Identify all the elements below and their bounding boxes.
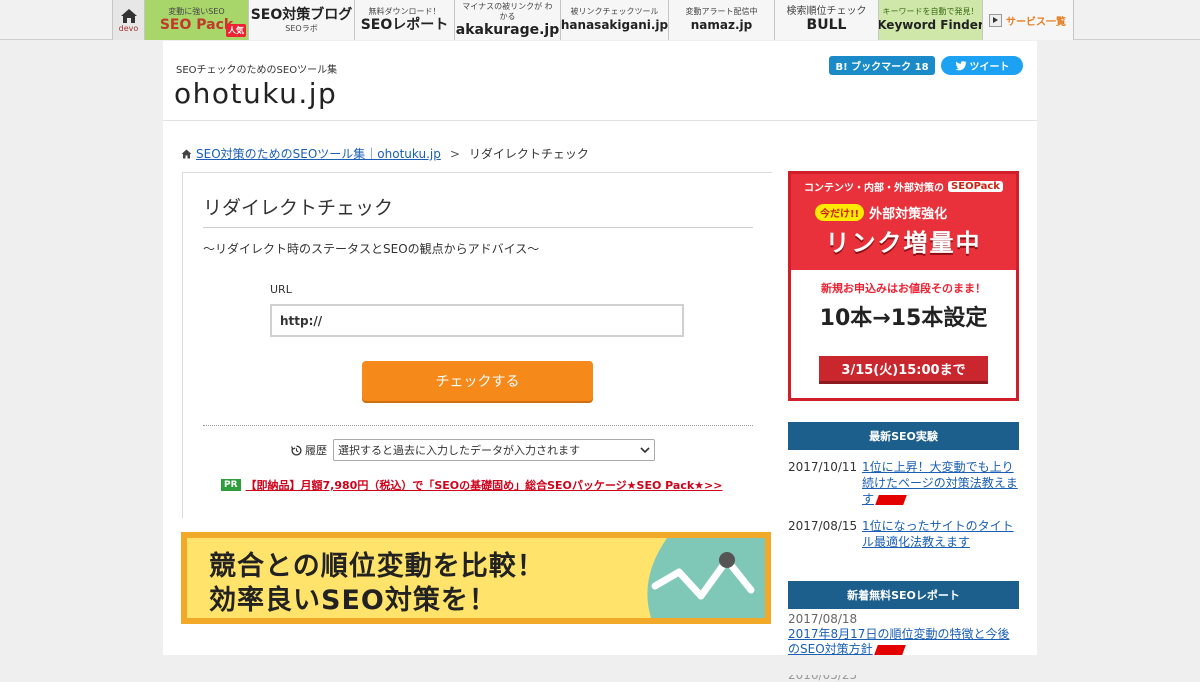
experiment-item: 2017/10/11 1位に上昇！大変動でも上り続けたページの対策法教えます xyxy=(788,459,1019,507)
service-list-label: サービス一覧 xyxy=(1006,16,1066,28)
ad-detail-panel: 新規お申込みはお値段そのまま！ 10本→15本設定 3/15(火)15:00まで xyxy=(791,270,1016,398)
nav-seo-report-link[interactable]: 無料ダウンロード！ SEOレポート xyxy=(354,0,454,40)
nav-hanasakigani-link[interactable]: 被リンクチェックツール hanasakigani.jp xyxy=(560,0,668,40)
site-tagline: SEOチェックのためのSEOツール集 xyxy=(176,65,338,76)
nav-bull-caption: 検索順位チェック xyxy=(786,5,867,17)
promo-banner-inner: 競合との順位変動を比較！ 効率良いSEO対策を！ xyxy=(187,538,765,618)
ad-price-text: 新規お申込みはお値段そのまま！ xyxy=(821,282,986,295)
nav-home-link[interactable]: devo xyxy=(112,0,144,40)
check-button[interactable]: チェックする xyxy=(362,361,593,401)
twitter-bird-icon xyxy=(955,60,966,70)
history-select[interactable]: 選択すると過去に入力したデータが入力されます xyxy=(333,439,655,461)
nav-keyword-finder-link[interactable]: キーワードを自動で発見！ Keyword Finder xyxy=(878,0,982,40)
breadcrumb-home-link[interactable]: SEO対策のためのSEOツール集｜ohotuku.jp xyxy=(196,145,441,162)
hatena-bookmark-button[interactable]: B! ブックマーク 18 xyxy=(829,56,935,75)
ad-kyoka-row: 今だけ!! 外部対策強化 xyxy=(815,203,947,222)
nav-keyword-finder-title: Keyword Finder xyxy=(878,17,982,32)
ad-kyoka-text: 外部対策強化 xyxy=(869,207,948,222)
seopack-campaign-ad[interactable]: コンテンツ・内部・外部対策の SEOPack 今だけ!! 外部対策強化 リンク増… xyxy=(788,171,1019,401)
rank-graph-icon xyxy=(647,538,765,618)
ad-headline-area: 今だけ!! 外部対策強化 リンク増量中 xyxy=(791,199,1016,261)
tweet-button[interactable]: ツイート xyxy=(941,56,1023,75)
new-badge xyxy=(875,494,907,505)
nav-hanasakigani-caption: 被リンクチェックツール xyxy=(570,6,659,16)
promo-banner[interactable]: 競合との順位変動を比較！ 効率良いSEO対策を！ xyxy=(181,532,771,624)
nav-seo-blog-link[interactable]: SEO対策ブログ SEOラボ xyxy=(248,0,354,40)
ad-brand-label: SEOPack xyxy=(948,181,1003,192)
nav-seopack-caption: 変動に強いSEO xyxy=(168,6,225,16)
nav-akakurage-link[interactable]: マイナスの被リンクが わかる akakurage.jp xyxy=(454,0,560,40)
experiments-heading: 最新SEO実験 xyxy=(788,422,1019,450)
url-input[interactable] xyxy=(270,304,684,337)
nav-seo-blog-caption: SEOラボ xyxy=(285,23,318,33)
nav-namaz-link[interactable]: 変動アラート配信中 namaz.jp xyxy=(668,0,774,40)
experiment-item: 2017/08/15 1位になったサイトのタイトル最適化法教えます xyxy=(788,518,1019,550)
url-label: URL xyxy=(270,283,292,296)
banner-line-2: 効率良いSEO対策を！ xyxy=(209,585,497,616)
history-label: 履歴 xyxy=(305,444,327,457)
experiment-link[interactable]: 1位に上昇！大変動でも上り続けたページの対策法教えます xyxy=(862,459,1019,507)
title-divider xyxy=(203,227,753,228)
pr-line: PR 【即納品】月額7,980円（税込）で「SEOの基礎固め」総合SEOパッケー… xyxy=(221,477,722,493)
top-navigation-bar: devo 変動に強いSEO SEO Pack 人気 SEO対策ブログ SEOラボ… xyxy=(0,0,1200,40)
report-link[interactable]: 2017年8月17日の順位変動の特徴と今後のSEO対策方針 xyxy=(788,627,1013,657)
nav-seopack-link[interactable]: 変動に強いSEO SEO Pack 人気 xyxy=(144,0,248,40)
nav-seopack-title: SEO Pack xyxy=(159,16,234,33)
chevron-down-icon xyxy=(640,447,650,453)
reports-heading: 新着無料SEOレポート xyxy=(788,581,1019,609)
page-container: SEOチェックのためのSEOツール集 ohotuku.jp B! ブックマーク … xyxy=(163,41,1037,682)
site-header: SEOチェックのためのSEOツール集 ohotuku.jp B! ブックマーク … xyxy=(163,41,1037,121)
redirect-check-tool: リダイレクトチェック ～リダイレクト時のステータスとSEOの観点からアドバイス～… xyxy=(182,172,772,518)
nav-akakurage-title: akakurage.jp xyxy=(455,21,560,38)
play-icon xyxy=(989,13,1002,27)
pr-link[interactable]: 【即納品】月額7,980円（税込）で「SEOの基礎固め」総合SEOパッケージ★S… xyxy=(246,477,723,493)
ad-count-text: 10本→15本設定 xyxy=(819,306,988,331)
nav-hanasakigani-title: hanasakigani.jp xyxy=(560,17,668,32)
experiment-date: 2017/08/15 xyxy=(788,519,858,533)
service-nav: devo 変動に強いSEO SEO Pack 人気 SEO対策ブログ SEOラボ… xyxy=(112,0,1074,40)
page-bottom-fade xyxy=(0,655,1200,675)
nav-akakurage-caption: マイナスの被リンクが わかる xyxy=(462,1,553,21)
site-logo[interactable]: ohotuku.jp xyxy=(174,77,337,110)
tweet-label: ツイート xyxy=(969,62,1010,73)
report-date: 2017/08/18 xyxy=(788,612,858,626)
experiment-date: 2017/10/11 xyxy=(788,460,858,474)
nav-namaz-caption: 変動アラート配信中 xyxy=(685,6,758,16)
ad-headline: リンク増量中 xyxy=(825,229,982,257)
breadcrumb: SEO対策のためのSEOツール集｜ohotuku.jp > リダイレクトチェック xyxy=(181,145,589,162)
new-badge xyxy=(873,644,906,655)
history-row: 履歴 選択すると過去に入力したデータが入力されます xyxy=(291,439,655,461)
nav-service-list-link[interactable]: サービス一覧 xyxy=(982,0,1074,40)
experiment-link[interactable]: 1位になったサイトのタイトル最適化法教えます xyxy=(862,518,1019,550)
page-title: リダイレクトチェック xyxy=(203,197,394,219)
dotted-divider xyxy=(203,425,753,426)
breadcrumb-current: リダイレクトチェック xyxy=(468,147,589,161)
pr-badge: PR xyxy=(221,479,241,491)
home-icon xyxy=(181,149,192,158)
nav-seo-report-title: SEOレポート xyxy=(360,16,449,33)
nav-bull-link[interactable]: 検索順位チェック BULL xyxy=(774,0,878,40)
nav-home-label: devo xyxy=(118,23,139,33)
ad-top-strip: コンテンツ・内部・外部対策の SEOPack xyxy=(791,174,1016,199)
history-icon xyxy=(291,444,302,455)
ad-imadake-badge: 今だけ!! xyxy=(815,204,865,221)
nav-keyword-finder-caption: キーワードを自動で発見！ xyxy=(882,6,979,16)
ad-deadline-text: 3/15(火)15:00まで xyxy=(819,356,988,384)
nav-seo-report-caption: 無料ダウンロード！ xyxy=(368,6,441,16)
home-icon xyxy=(120,8,137,23)
history-select-value: 選択すると過去に入力したデータが入力されます xyxy=(338,444,580,457)
page-subtitle: ～リダイレクト時のステータスとSEOの観点からアドバイス～ xyxy=(203,242,540,256)
nav-bull-title: BULL xyxy=(806,16,847,33)
popular-badge: 人気 xyxy=(226,24,246,37)
ad-top-text: コンテンツ・内部・外部対策の xyxy=(804,183,945,194)
nav-namaz-title: namaz.jp xyxy=(690,17,753,32)
nav-seo-blog-title: SEO対策ブログ xyxy=(250,6,353,23)
breadcrumb-separator: > xyxy=(449,146,460,161)
